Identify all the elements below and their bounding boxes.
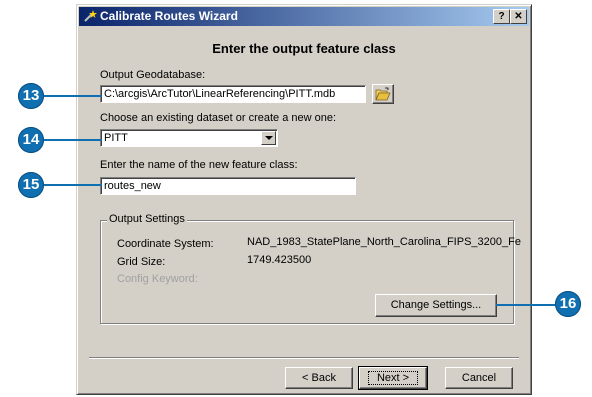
geodatabase-label: Output Geodatabase: <box>100 69 206 81</box>
wizard-wand-icon <box>84 10 97 22</box>
back-button[interactable]: < Back <box>285 367 353 389</box>
coordinate-system-label: Coordinate System: <box>117 238 214 250</box>
feature-class-name-input[interactable]: routes_new <box>100 177 356 195</box>
feature-class-label: Enter the name of the new feature class: <box>100 159 298 171</box>
output-settings-title: Output Settings <box>107 213 187 225</box>
callout-15-badge: 15 <box>18 172 44 198</box>
next-button[interactable]: Next > <box>358 366 428 390</box>
callout-16-badge: 16 <box>555 291 581 317</box>
browse-button[interactable] <box>372 84 394 104</box>
window-title: Calibrate Routes Wizard <box>100 9 238 23</box>
open-folder-icon <box>375 87 391 101</box>
geodatabase-path-input[interactable]: C:\arcgis\ArcTutor\LinearReferencing\PIT… <box>100 85 366 103</box>
help-button[interactable]: ? <box>493 9 510 24</box>
next-button-label: Next > <box>367 371 419 385</box>
cancel-button[interactable]: Cancel <box>445 367 513 389</box>
output-settings-group: Output Settings Coordinate System: NAD_1… <box>100 213 521 324</box>
title-bar[interactable]: Calibrate Routes Wizard ? ✕ <box>79 7 529 26</box>
calibrate-routes-wizard-dialog: Calibrate Routes Wizard ? ✕ Enter the ou… <box>76 4 532 395</box>
callout-14-leader <box>38 139 102 141</box>
chevron-down-icon[interactable] <box>261 131 276 145</box>
callout-13-badge: 13 <box>18 83 44 109</box>
grid-size-label: Grid Size: <box>117 256 166 268</box>
close-button[interactable]: ✕ <box>510 9 527 24</box>
dataset-selected-value: PITT <box>104 132 128 144</box>
change-settings-button[interactable]: Change Settings... <box>375 294 497 317</box>
config-keyword-label: Config Keyword: <box>117 273 198 285</box>
callout-15-leader <box>38 184 102 186</box>
page-heading: Enter the output feature class <box>212 41 396 56</box>
callout-16-leader <box>496 304 556 306</box>
coordinate-system-value: NAD_1983_StatePlane_North_Carolina_FIPS_… <box>247 236 521 248</box>
callout-13-leader <box>38 95 102 97</box>
callout-14-badge: 14 <box>18 127 44 153</box>
footer-separator <box>89 357 519 359</box>
grid-size-value: 1749.423500 <box>247 254 312 266</box>
dataset-label: Choose an existing dataset or create a n… <box>100 112 337 124</box>
dataset-dropdown[interactable]: PITT <box>100 129 278 147</box>
